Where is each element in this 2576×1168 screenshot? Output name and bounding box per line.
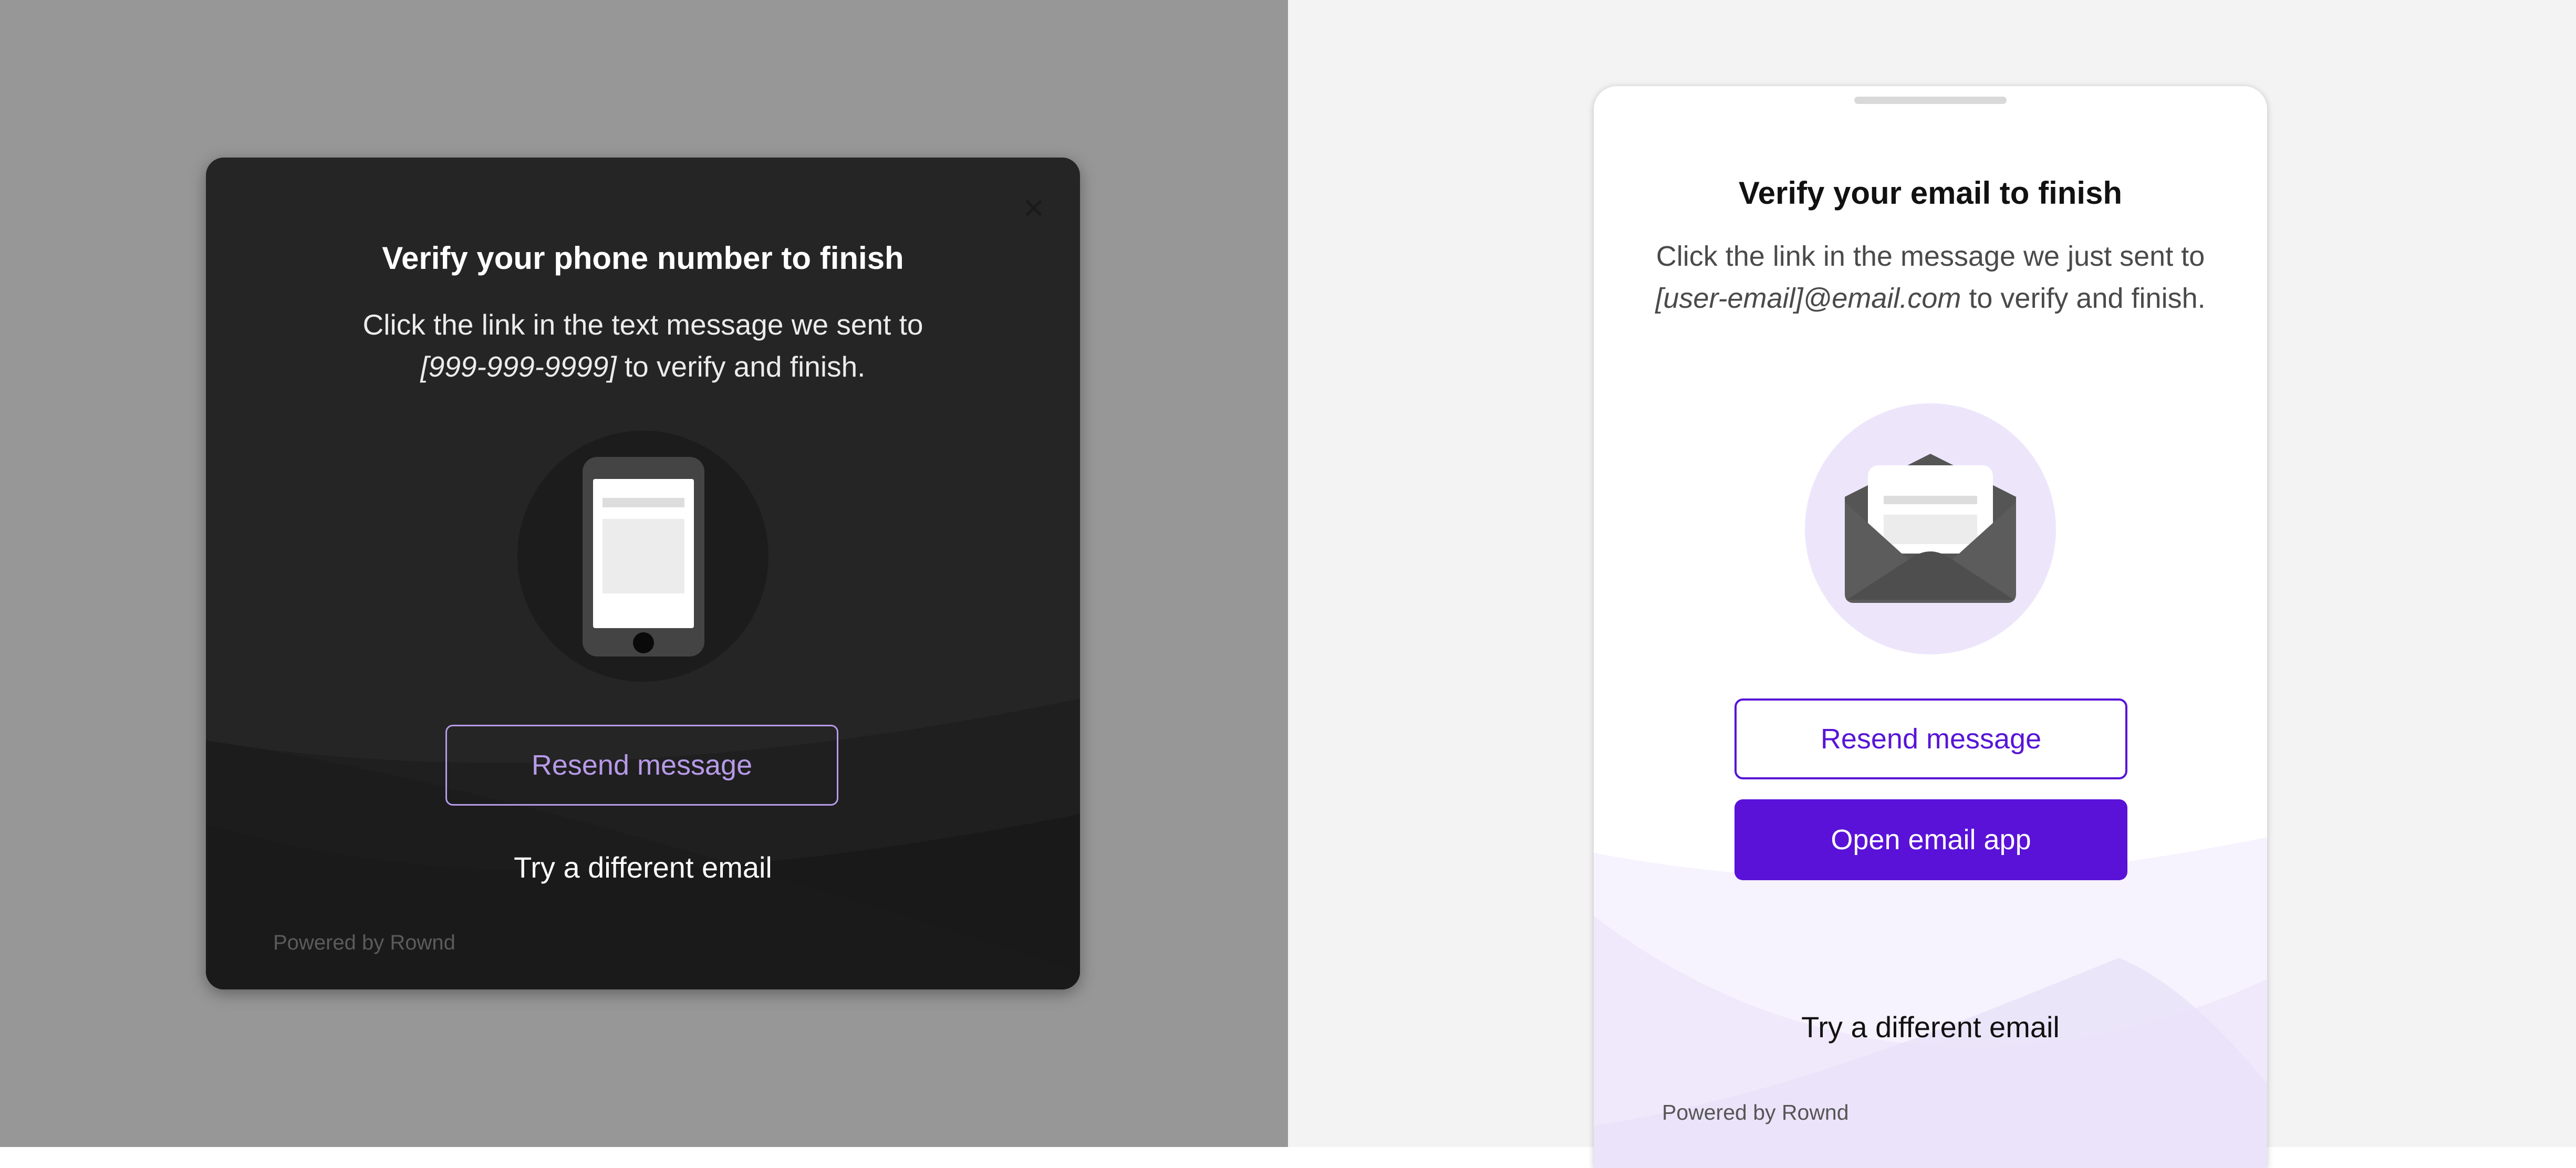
- dark-backdrop: ✕ Verify your phone number to finish Cli…: [0, 0, 1288, 1147]
- resend-message-button[interactable]: Resend message: [1734, 698, 2127, 779]
- description-suffix: to verify and finish.: [1961, 283, 2206, 314]
- powered-by-label: Powered by Rownd: [273, 931, 455, 954]
- modal-title: Verify your phone number to finish: [382, 241, 904, 276]
- sheet-description: Click the link in the message we just se…: [1651, 235, 2209, 319]
- phone-illustration-icon: [517, 431, 768, 682]
- drag-handle[interactable]: [1854, 97, 2007, 104]
- description-suffix: to verify and finish.: [616, 350, 866, 383]
- description-text: Click the link in the text message we se…: [362, 308, 923, 341]
- resend-message-button[interactable]: Resend message: [445, 725, 838, 806]
- try-different-email-link[interactable]: Try a different email: [1594, 1006, 2267, 1048]
- phone-verify-modal: ✕ Verify your phone number to finish Cli…: [206, 158, 1080, 989]
- phone-number-placeholder: [999-999-9999]: [420, 350, 617, 383]
- envelope-illustration-icon: [1805, 403, 2056, 654]
- modal-description: Click the link in the text message we se…: [290, 304, 996, 388]
- email-verify-sheet: Verify your email to finish Click the li…: [1594, 86, 2267, 1168]
- open-email-app-button[interactable]: Open email app: [1734, 799, 2127, 880]
- description-text: Click the link in the message we just se…: [1656, 241, 2205, 272]
- close-icon[interactable]: ✕: [1022, 195, 1045, 223]
- try-different-email-link[interactable]: Try a different email: [206, 847, 1080, 889]
- powered-by-label: Powered by Rownd: [1662, 1100, 1849, 1124]
- sheet-title: Verify your email to finish: [1738, 175, 2123, 211]
- email-placeholder: [user-email]@email.com: [1655, 283, 1961, 314]
